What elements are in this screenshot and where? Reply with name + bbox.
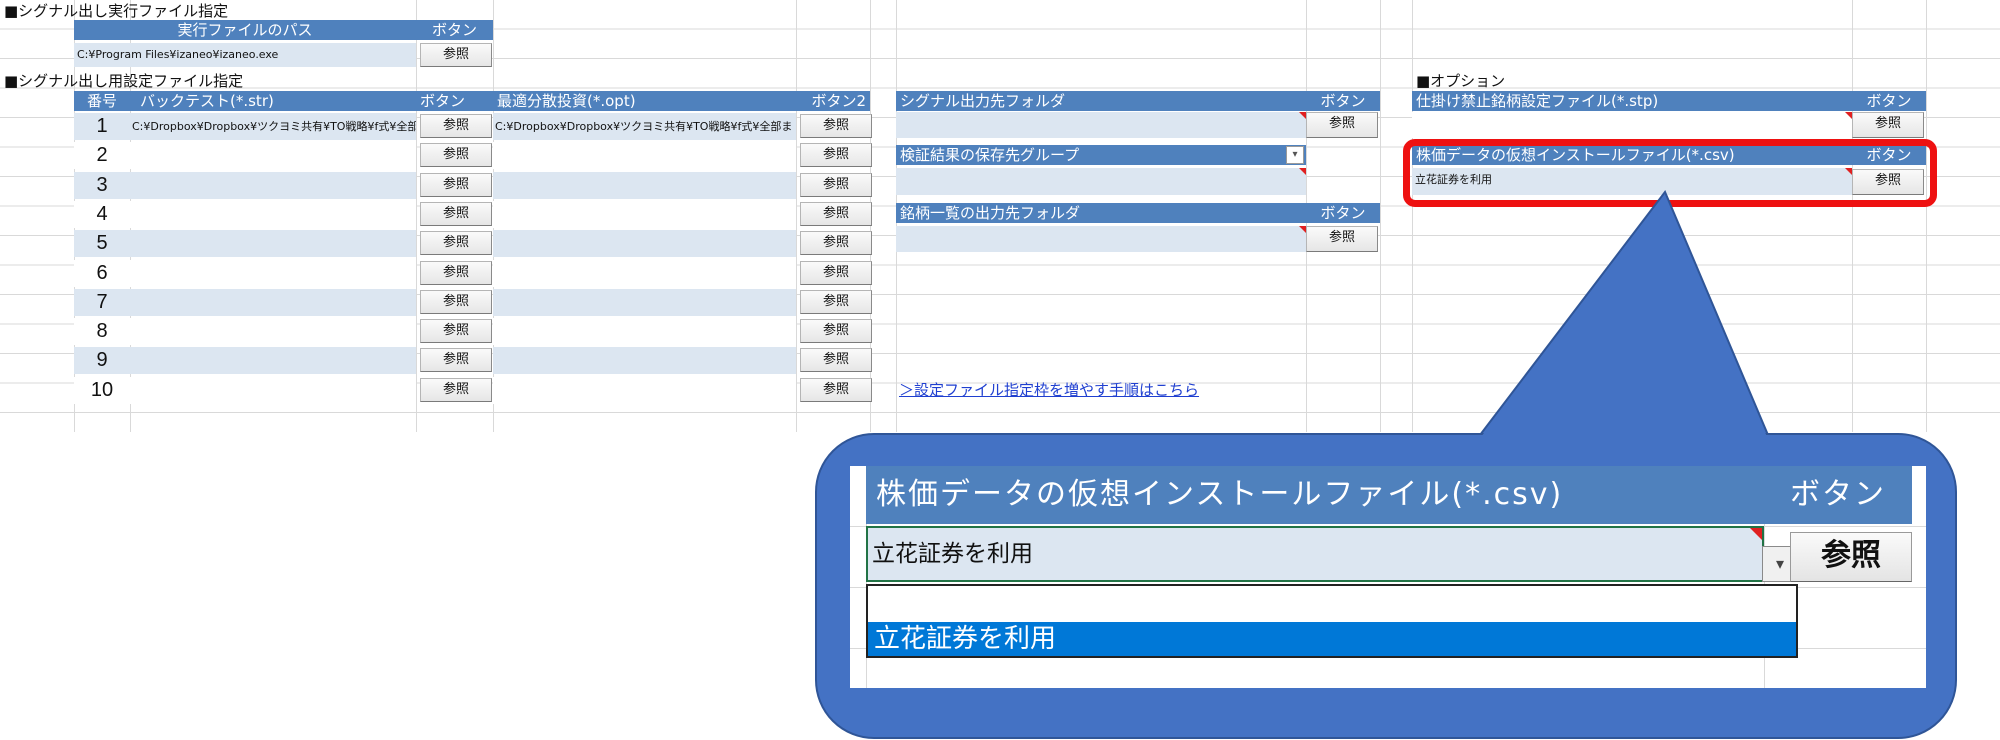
- zoom-header-button: ボタン: [1764, 466, 1912, 524]
- zoom-header: 株価データの仮想インストールファイル(*.csv): [866, 466, 1764, 524]
- zoom-panel: 株価データの仮想インストールファイル(*.csv) ボタン 立花証券を利用 ▾ …: [850, 466, 1926, 688]
- zoom-browse-button[interactable]: 参照: [1790, 532, 1912, 582]
- zoom-comment-marker: [1750, 528, 1762, 540]
- zoom-dropdown-option-selected[interactable]: 立花証券を利用: [868, 622, 1796, 656]
- zoom-dropdown-option-blank[interactable]: [868, 586, 1796, 620]
- zoom-value-cell[interactable]: 立花証券を利用: [866, 526, 1764, 582]
- zoom-dropdown-list[interactable]: 立花証券を利用: [866, 584, 1798, 658]
- callout-joint: [1481, 196, 1767, 437]
